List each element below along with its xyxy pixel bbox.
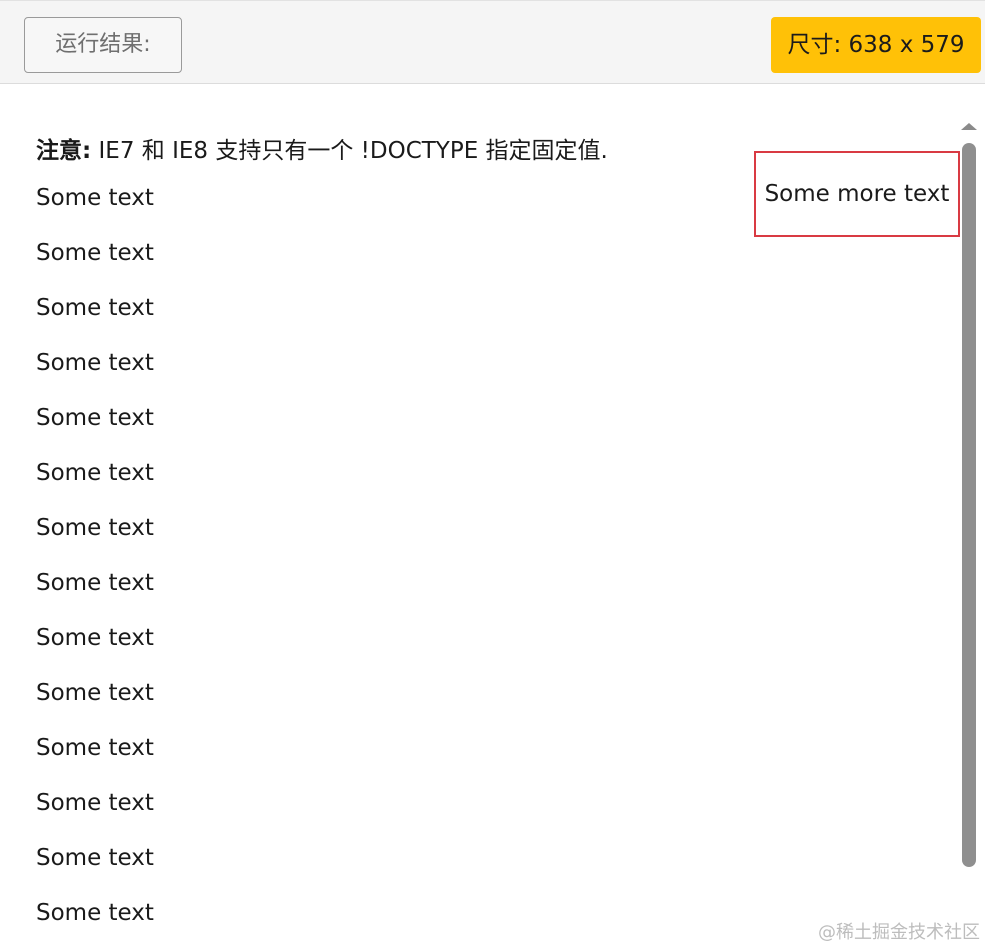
text-line: Some text [36,350,154,376]
text-line: Some text [36,680,154,706]
text-line: Some text [36,570,154,596]
text-line: Some text [36,405,154,431]
text-line: Some text [36,240,154,266]
note-label: 注意: [36,138,92,164]
result-frame: 注意: IE7 和 IE8 支持只有一个 !DOCTYPE 指定固定值. Som… [0,85,985,946]
watermark: @稀土掘金技术社区 [818,922,980,943]
size-badge: 尺寸: 638 x 579 [771,17,981,73]
result-content: 注意: IE7 和 IE8 支持只有一个 !DOCTYPE 指定固定值. Som… [36,135,736,941]
text-line: Some text [36,735,154,761]
text-line: Some text [36,515,154,541]
text-line: Some text [36,185,154,211]
scrollbar-thumb[interactable] [962,143,976,867]
doctype-note: 注意: IE7 和 IE8 支持只有一个 !DOCTYPE 指定固定值. [36,135,736,167]
text-line: Some text [36,460,154,486]
toolbar: 运行结果: 尺寸: 638 x 579 [0,0,985,84]
text-line: Some text [36,625,154,651]
fixed-position-box: Some more text [754,151,960,237]
text-line: Some text [36,845,154,871]
run-result-button[interactable]: 运行结果: [24,17,182,73]
scroll-up-arrow-icon[interactable] [961,123,977,130]
text-line: Some text [36,295,154,321]
note-text: IE7 和 IE8 支持只有一个 !DOCTYPE 指定固定值. [91,138,608,164]
text-line: Some text [36,790,154,816]
text-line: Some text [36,900,154,926]
